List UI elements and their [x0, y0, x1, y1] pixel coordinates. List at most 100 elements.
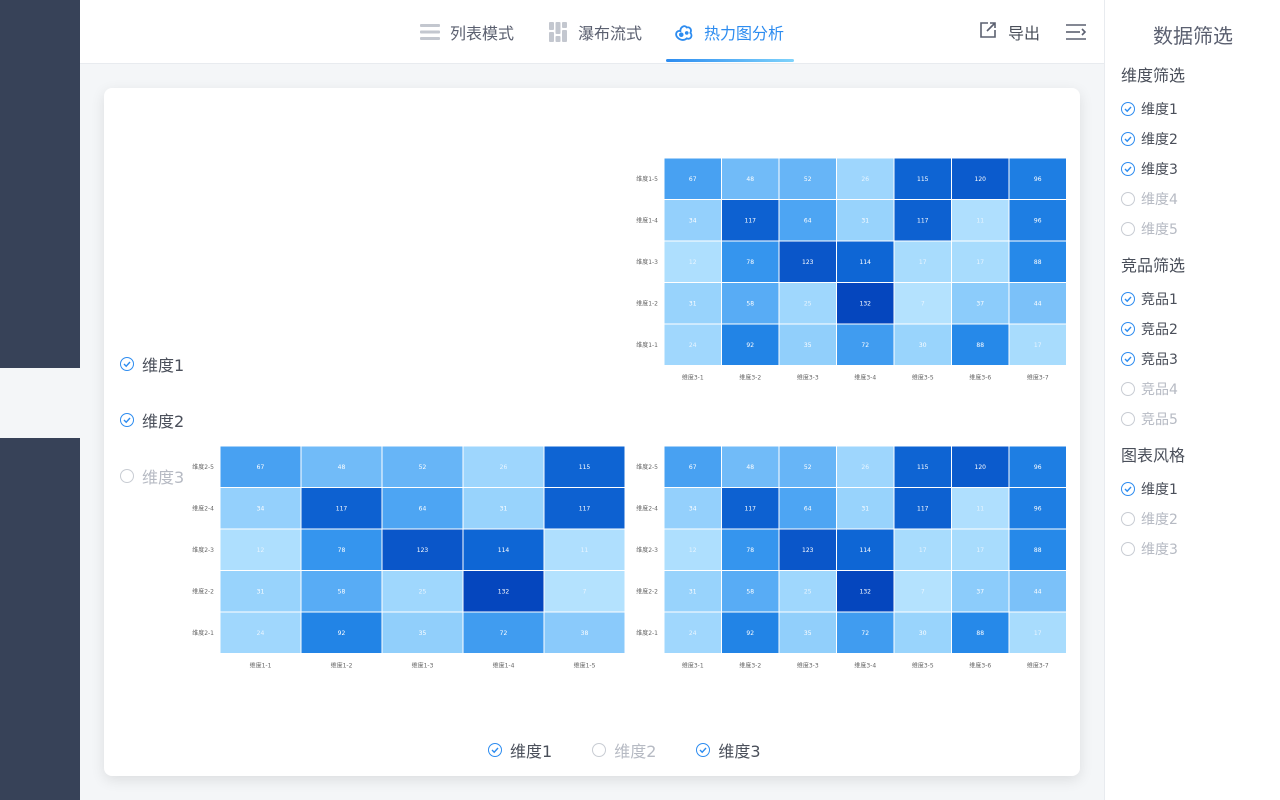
heatmap-cell-value: 35 [804, 630, 812, 637]
filter-option[interactable]: 竞品3 [1121, 344, 1185, 374]
filter-option[interactable]: 竞品1 [1121, 284, 1185, 314]
filter-group-title: 维度筛选 [1121, 66, 1186, 85]
filter-option[interactable]: 维度3 [1121, 534, 1185, 564]
filter-option[interactable]: 竞品5 [1121, 404, 1185, 434]
heatmap-cell-value: 48 [746, 464, 754, 471]
legend-checkbox[interactable]: 维度3 [120, 464, 184, 488]
left-nav-bar-bottom [0, 438, 80, 800]
heatmap-cell-value: 88 [976, 630, 984, 637]
heatmap-cell-value: 31 [689, 588, 697, 595]
menu-collapse-icon[interactable] [1064, 20, 1088, 44]
heatmap-bottom-right: 维度2-5 67 48 52 26 115 120 96 维度2-4 34 117 64 31 117 11… [624, 446, 1069, 676]
tab-heatmap-analysis[interactable]: 热力图分析 [674, 0, 784, 64]
tab-label: 列表模式 [450, 24, 515, 43]
x-tick-label: 维度3-4 [854, 662, 876, 670]
x-tick-label: 维度3-6 [969, 662, 991, 670]
heatmap-cell-value: 7 [921, 588, 925, 595]
heatmap-cell-value: 96 [1034, 217, 1042, 224]
heatmap-cell-value: 123 [802, 259, 814, 266]
x-tick-label: 维度3-2 [739, 374, 761, 382]
list-icon [420, 22, 440, 42]
legend-checkbox[interactable]: 维度2 [120, 408, 184, 432]
heatmap-cell-value: 17 [1034, 630, 1042, 637]
x-tick-label: 维度3-2 [739, 662, 761, 670]
heatmap-cell-value: 78 [746, 259, 754, 266]
filter-option[interactable]: 维度3 [1121, 154, 1185, 184]
y-tick-label: 维度1-2 [636, 299, 658, 307]
heatmap-panel: 维度1 维度2 维度3 维度1-5 67 48 52 26 115 120 96 维度1-4 34… [104, 88, 1080, 776]
sidebar-title: 数据筛选 [1153, 24, 1233, 48]
heatmap-cell-value: 12 [689, 547, 697, 554]
heatmap-cell-value: 117 [579, 505, 591, 512]
legend-item-dim1[interactable]: 维度1 [120, 352, 184, 376]
legend-checkbox-dim1[interactable]: 维度1 [488, 738, 552, 762]
heatmap-cell-value: 35 [804, 342, 812, 349]
heatmap-cell-value: 31 [861, 217, 869, 224]
legend-item-dim2[interactable]: 维度2 [120, 408, 184, 432]
heatmap-cell-value: 12 [689, 259, 697, 266]
y-tick-label: 维度2-5 [636, 463, 658, 471]
heatmap-cell-value: 44 [1034, 588, 1042, 595]
filter-option[interactable]: 维度1 [1121, 94, 1185, 124]
heatmap-cell-value: 44 [1034, 300, 1042, 307]
x-tick-label: 维度3-6 [969, 374, 991, 382]
heatmap-cell-value: 25 [804, 588, 812, 595]
empty-circle-icon [1121, 222, 1135, 236]
heatmap-cell-value: 115 [917, 176, 929, 183]
heatmap-cell-value: 120 [975, 176, 987, 183]
heatmap-cell-value: 64 [419, 505, 427, 512]
active-tab-indicator [666, 59, 794, 62]
heatmap-cell-value: 67 [689, 176, 697, 183]
empty-circle-icon [592, 743, 607, 757]
y-tick-label: 维度2-5 [192, 463, 214, 471]
heatmap-cell-value: 31 [257, 588, 265, 595]
y-tick-label: 维度2-2 [192, 587, 214, 595]
bottom-legend: 维度1 维度2 维度3 [488, 738, 761, 762]
check-circle-icon [488, 743, 502, 757]
y-tick-label: 维度2-3 [192, 546, 214, 554]
tab-list-mode[interactable]: 列表模式 [420, 0, 514, 64]
tab-waterfall-mode[interactable]: 瀑布流式 [548, 0, 642, 64]
filter-option[interactable]: 维度4 [1121, 184, 1185, 214]
heatmap-cell-value: 117 [745, 505, 757, 512]
filter-option[interactable]: 维度1 [1121, 474, 1185, 504]
filter-option[interactable]: 维度2 [1121, 124, 1185, 154]
heatmap-cell-value: 92 [338, 630, 346, 637]
tab-label: 瀑布流式 [578, 24, 643, 43]
heatmap-cell-value: 132 [860, 588, 872, 595]
filter-option[interactable]: 竞品4 [1121, 374, 1185, 404]
legend-checkbox[interactable]: 维度1 [120, 352, 184, 376]
filter-option[interactable]: 维度2 [1121, 504, 1185, 534]
export-button[interactable]: 导出 [978, 0, 1040, 64]
x-tick-label: 维度1-5 [574, 662, 596, 670]
legend-checkbox-dim2[interactable]: 维度2 [592, 738, 656, 762]
filter-option[interactable]: 竞品2 [1121, 314, 1185, 344]
check-circle-icon [120, 413, 134, 427]
check-circle-icon [1121, 102, 1135, 116]
heatmap-cell-value: 52 [419, 464, 427, 471]
x-tick-label: 维度3-1 [682, 662, 704, 670]
filter-option-label: 维度3 [1141, 542, 1178, 558]
legend-item-dim3[interactable]: 维度3 [120, 464, 184, 488]
empty-circle-icon [1121, 542, 1135, 556]
filter-option-label: 竞品5 [1141, 412, 1178, 428]
heatmap-cell-value: 123 [417, 547, 429, 554]
heatmap-cell-value: 117 [336, 505, 348, 512]
legend-checkbox-dim3[interactable]: 维度3 [696, 738, 761, 762]
heatmap-cell-value: 17 [919, 547, 927, 554]
heatmap-cell-value: 88 [976, 342, 984, 349]
heatmap-svg: 维度1-5 67 48 52 26 115 120 96维度1-4 34 117 64 31 117 11… [636, 158, 1067, 382]
export-icon [978, 20, 998, 44]
heatmap-cell-value: 26 [861, 176, 869, 183]
legend-label: 维度3 [718, 742, 761, 761]
filter-group: 维度筛选维度1 维度2 维度3 维度4 维度5 [1121, 64, 1185, 244]
heatmap-cell-value: 120 [975, 464, 987, 471]
filter-option-label: 维度4 [1141, 192, 1178, 208]
heatmap-cell-value: 123 [802, 547, 814, 554]
heatmap-cell-value: 11 [976, 217, 984, 224]
filter-option-label: 维度5 [1141, 222, 1178, 238]
heatmap-cell-value: 78 [338, 547, 346, 554]
top-toolbar: 列表模式 瀑布流式 热力图分析 导出 [80, 0, 1104, 64]
filter-option[interactable]: 维度5 [1121, 214, 1185, 244]
export-label: 导出 [1008, 24, 1041, 43]
